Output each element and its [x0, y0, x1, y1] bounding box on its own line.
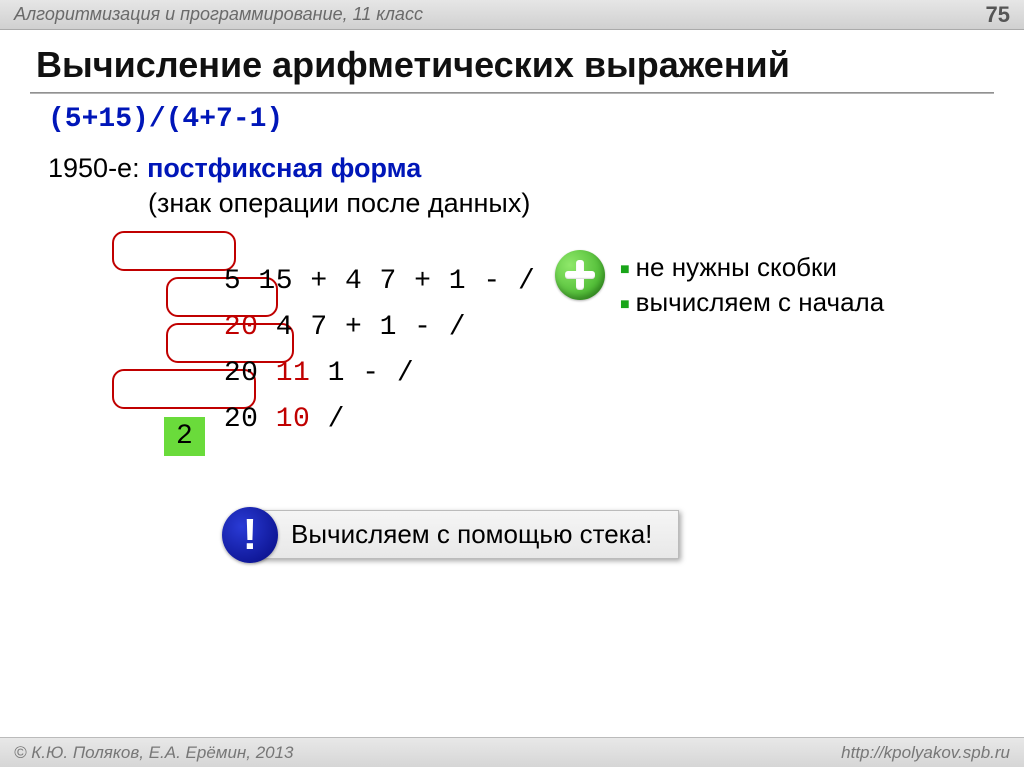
- bullet-1-text: не нужны скобки: [636, 252, 837, 282]
- copyright: © К.Ю. Поляков, Е.А. Ерёмин, 2013: [14, 743, 294, 763]
- step-4-result: 10: [276, 404, 328, 435]
- bullet-1: ■ не нужны скобки: [620, 252, 884, 283]
- exclamation-icon: !: [222, 507, 278, 563]
- advantages-list: ■ не нужны скобки ■ вычисляем с начала: [620, 252, 884, 322]
- callout-text: Вычисляем с помощью стека!: [252, 510, 679, 559]
- footer-url: http://kpolyakov.spb.ru: [841, 743, 1010, 763]
- year-prefix: 1950-е: [48, 153, 132, 183]
- bullet-2: ■ вычисляем с начала: [620, 287, 884, 318]
- infix-expression: (5+15)/(4+7-1): [48, 104, 988, 135]
- footer-bar: © К.Ю. Поляков, Е.А. Ерёмин, 2013 http:/…: [0, 737, 1024, 767]
- bullet-marker: ■: [620, 296, 630, 313]
- step-4: 20 10 /: [120, 373, 345, 466]
- postfix-description: (знак операции после данных): [148, 188, 988, 219]
- year-colon: :: [132, 153, 147, 183]
- year-line: 1950-е: постфиксная форма: [48, 153, 988, 184]
- stack-callout: ! Вычисляем с помощью стека!: [250, 510, 679, 559]
- breadcrumb: Алгоритмизация и программирование, 11 кл…: [14, 4, 423, 25]
- bullet-marker: ■: [620, 261, 630, 278]
- page-number: 75: [986, 2, 1010, 28]
- step-4-lead: 20: [224, 404, 276, 435]
- final-result: 2: [164, 417, 205, 456]
- bullet-2-text: вычисляем с начала: [636, 287, 885, 317]
- postfix-form-label: постфиксная форма: [147, 153, 421, 183]
- plus-icon: [555, 250, 605, 300]
- header-bar: Алгоритмизация и программирование, 11 кл…: [0, 0, 1024, 30]
- step-4-tail: /: [328, 404, 345, 435]
- page-title: Вычисление арифметических выражений: [0, 30, 1024, 92]
